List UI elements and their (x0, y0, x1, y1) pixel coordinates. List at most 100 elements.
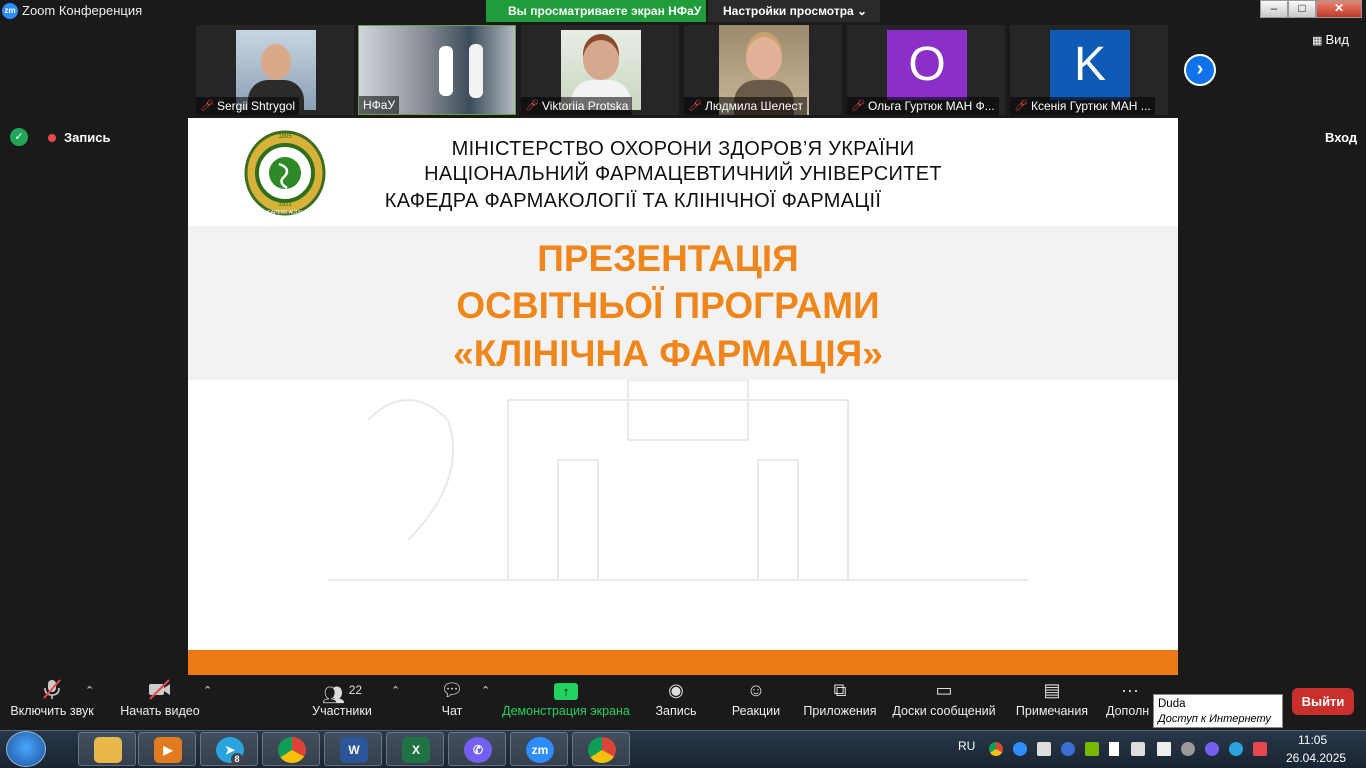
taskbar-explorer[interactable] (78, 732, 136, 766)
tray-volume-icon[interactable] (1131, 742, 1145, 756)
zoom-app-icon: zm (2, 3, 18, 19)
participants-button[interactable]: 👥︎ 22 Участники (308, 678, 376, 718)
participant-name-bar: НФаУ (359, 96, 400, 114)
record-icon: ◉ (668, 680, 684, 700)
maximize-button[interactable]: □ (1288, 0, 1316, 18)
taskbar-word[interactable]: W (324, 732, 382, 766)
clock-time[interactable]: 11:05 (1298, 733, 1327, 747)
viewing-screen-banner: Вы просматриваете экран НФаУ (486, 0, 706, 22)
clock-date[interactable]: 26.04.2025 (1286, 751, 1346, 765)
tray-bluetooth-icon[interactable] (1061, 742, 1075, 756)
view-button[interactable]: ▦ Вид (1312, 32, 1349, 47)
language-indicator[interactable]: RU (958, 739, 975, 753)
taskbar-chrome[interactable] (262, 732, 320, 766)
mic-muted-icon: 🎤︎ (525, 100, 539, 112)
participant-tile[interactable]: 🎤︎ Viktoriia Protska (521, 25, 679, 115)
apps-icon: ⧉ (833, 680, 847, 700)
apps-button[interactable]: ⧉ Приложения (801, 678, 879, 718)
tray-nvidia-icon[interactable] (1085, 742, 1099, 756)
participant-name-bar: 🎤︎ Viktoriia Protska (521, 97, 633, 115)
tray-viber-icon[interactable] (1205, 742, 1219, 756)
taskbar-media-player[interactable]: ▶ (138, 732, 196, 766)
share-screen-icon: ↑ (502, 678, 630, 702)
participant-avatar: K (1050, 30, 1130, 100)
reactions-icon: ☺ (746, 680, 766, 700)
tray-speaker-muted-icon[interactable] (1253, 742, 1267, 756)
excel-icon: X (402, 737, 430, 763)
slide-header-line: НАЦІОНАЛЬНИЙ ФАРМАЦЕВТИЧНИЙ УНІВЕРСИТЕТ (424, 163, 942, 185)
media-player-icon: ▶ (154, 737, 182, 763)
slide-title-line: «КЛІНІЧНА ФАРМАЦІЯ» (453, 333, 883, 374)
taskbar-viber[interactable]: ✆ (448, 732, 506, 766)
slide-header-line: КАФЕДРА ФАРМАКОЛОГІЇ ТА КЛІНІЧНОЇ ФАРМАЦ… (384, 190, 882, 212)
zoom-icon: zm (526, 737, 554, 763)
tray-chrome-icon[interactable] (989, 742, 1003, 756)
enter-button[interactable]: Вход (1325, 130, 1357, 145)
participants-icon: 👥︎ (321, 685, 345, 705)
recording-dot-icon (48, 134, 56, 142)
mic-muted-icon: 🎤︎ (1014, 100, 1028, 112)
taskbar-telegram[interactable]: ➤ 8 (200, 732, 258, 766)
tray-zoom-icon[interactable] (1013, 742, 1027, 756)
slide-footer-bar (188, 650, 1178, 675)
whiteboard-icon: ▭ (935, 680, 953, 700)
taskbar-chrome-profile[interactable] (572, 732, 630, 766)
chrome-icon (278, 737, 306, 763)
close-button[interactable]: ✕ (1316, 0, 1362, 18)
whiteboards-button[interactable]: ▭ Доски сообщений (890, 678, 998, 718)
video-off-icon (118, 678, 202, 702)
chat-caret-icon[interactable]: ⌃ (481, 684, 490, 697)
slide-title-line: ОСВІТНЬОЇ ПРОГРАМИ (456, 285, 880, 326)
video-options-caret-icon[interactable]: ⌃ (203, 684, 212, 697)
slide-header-line: МІНІСТЕРСТВО ОХОРОНИ ЗДОРОВ’Я УКРАЇНИ (451, 138, 915, 160)
minimize-button[interactable]: – (1260, 0, 1288, 18)
participant-name-bar: 🎤︎ Ольга Гуртюк МАН Ф... (847, 97, 999, 115)
start-video-button[interactable]: Начать видео (118, 678, 202, 718)
recording-label[interactable]: Запись (64, 130, 110, 145)
grid-icon: ▦ (1312, 35, 1326, 47)
unmute-button[interactable]: Включить звук (8, 678, 96, 718)
view-options-button[interactable]: Настройки просмотра ⌄ (708, 0, 880, 22)
participant-tile[interactable]: K 🎤︎ Ксенія Гуртюк МАН ... (1010, 25, 1168, 115)
tray-telegram-icon[interactable] (1229, 742, 1243, 756)
security-shield-icon[interactable]: ✓ (10, 128, 28, 146)
tray-clipboard-icon[interactable] (1037, 742, 1051, 756)
tray-circle-icon[interactable] (1181, 742, 1195, 756)
participants-caret-icon[interactable]: ⌃ (391, 684, 400, 697)
windows-start-icon[interactable] (6, 731, 46, 767)
participant-tile[interactable]: 🎤︎ Sergii Shtrygol (196, 25, 354, 115)
notes-button[interactable]: ▤ Примечания (1012, 678, 1092, 718)
leave-button[interactable]: Выйти (1292, 688, 1354, 715)
participant-tile[interactable]: 🎤︎ Людмила Шелест (684, 25, 842, 115)
mic-muted-icon: 🎤︎ (688, 100, 702, 112)
chrome-icon (588, 737, 616, 763)
record-button[interactable]: ◉ Запись (650, 678, 702, 718)
word-icon: W (340, 737, 368, 763)
taskbar-excel[interactable]: X (386, 732, 444, 766)
participant-name-bar: 🎤︎ Людмила Шелест (684, 97, 807, 115)
participant-avatar: O (887, 30, 967, 100)
audio-options-caret-icon[interactable]: ⌃ (85, 684, 94, 697)
participant-tile-active[interactable]: НФаУ (358, 25, 516, 115)
mic-off-icon (8, 678, 96, 702)
window-title: Zoom Конференция (22, 3, 143, 18)
more-dots-icon: ··· (1121, 680, 1139, 700)
next-page-arrow-icon[interactable]: › (1184, 54, 1216, 86)
slide-title-line: ПРЕЗЕНТАЦІЯ (537, 238, 799, 279)
chat-button[interactable]: 💬︎ Чат (432, 678, 472, 718)
mic-muted-icon: 🎤︎ (200, 100, 214, 112)
telegram-badge: 8 (231, 753, 243, 765)
more-button[interactable]: ··· Дополн (1106, 678, 1154, 718)
tray-flag-icon[interactable] (1109, 742, 1119, 756)
folder-icon (94, 737, 122, 763)
participant-tile[interactable]: O 🎤︎ Ольга Гуртюк МАН Ф... (847, 25, 1005, 115)
chat-icon: 💬︎ (440, 680, 464, 700)
building-sketch-image (328, 380, 1028, 581)
mic-muted-icon: 🎤︎ (851, 100, 865, 112)
notes-icon: ▤ (1043, 680, 1061, 700)
viber-icon: ✆ (464, 737, 492, 763)
taskbar-zoom[interactable]: zm (510, 732, 568, 766)
tray-network-icon[interactable] (1157, 742, 1171, 756)
reactions-button[interactable]: ☺ Реакции (728, 678, 784, 718)
share-screen-button[interactable]: ↑ Демонстрация экрана (502, 678, 630, 718)
